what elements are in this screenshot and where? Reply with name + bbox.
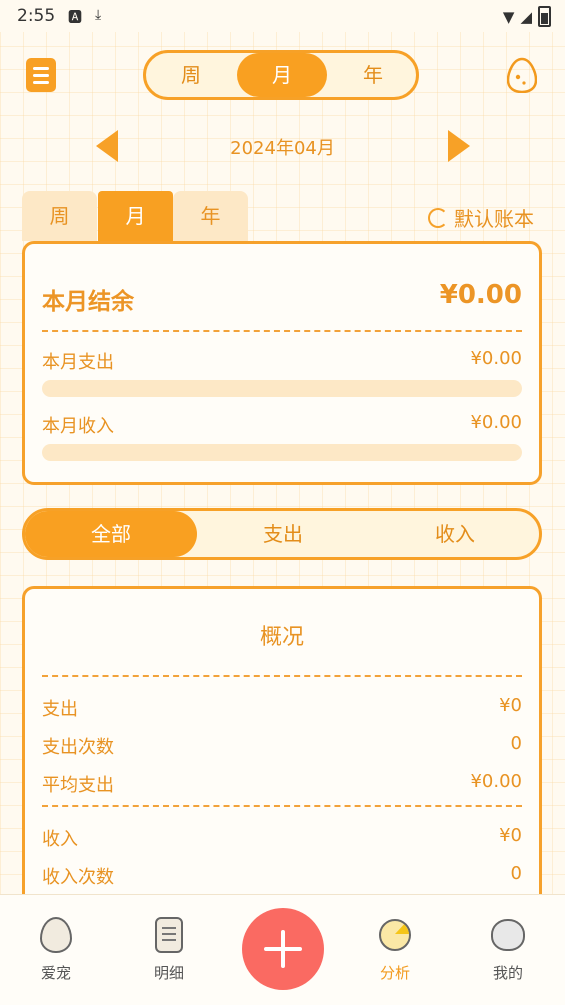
wifi-icon: ▼ <box>502 7 515 26</box>
type-filter: 全部 支出 收入 <box>22 508 542 560</box>
nav-mine-label: 我的 <box>492 964 523 982</box>
pie-chart-icon <box>379 919 411 951</box>
overview-title: 概况 <box>259 625 304 650</box>
cat-face-icon <box>491 919 525 951</box>
expense-value: ¥0.00 <box>470 348 522 369</box>
overview-expense-label: 支出 <box>42 699 78 720</box>
overview-income-label: 收入 <box>42 829 78 850</box>
overview-expense-count-label: 支出次数 <box>42 737 114 758</box>
period-option-year[interactable]: 年 <box>328 53 418 97</box>
add-record-button[interactable] <box>242 908 324 990</box>
overview-avg-expense-value: ¥0.00 <box>470 771 522 792</box>
prev-month-icon[interactable] <box>96 130 118 162</box>
nav-pet-label: 爱宠 <box>40 964 71 982</box>
filter-expense[interactable]: 支出 <box>197 511 369 557</box>
expense-label: 本月支出 <box>42 352 114 373</box>
overview-income-count-value: 0 <box>510 863 522 884</box>
bottom-navigation: 爱宠 明细 分析 我的 <box>0 894 565 1005</box>
period-option-week[interactable]: 周 <box>146 53 236 97</box>
divider <box>42 330 522 332</box>
egg-icon[interactable] <box>507 57 537 93</box>
tab-week[interactable]: 周 <box>22 191 97 241</box>
current-month: 2024年04月 <box>230 138 335 159</box>
notepad-icon <box>155 917 183 953</box>
overview-income-count-label: 收入次数 <box>42 867 114 888</box>
balance-label: 本月结余 <box>42 289 134 315</box>
refresh-icon <box>428 207 448 228</box>
battery-icon <box>538 6 551 27</box>
filter-income[interactable]: 收入 <box>369 511 541 557</box>
status-bar: 2:55 🅰 ⤓ ▼ ◢ <box>0 0 565 32</box>
period-segment: 周 月 年 <box>143 50 419 100</box>
account-book-switch[interactable]: 默认账本 <box>428 203 534 232</box>
notification-a-icon: 🅰 <box>68 10 82 26</box>
overview-income-value: ¥0 <box>499 825 522 846</box>
income-value: ¥0.00 <box>470 412 522 433</box>
tab-year[interactable]: 年 <box>173 191 248 241</box>
nav-details-label: 明细 <box>153 964 184 982</box>
tab-month[interactable]: 月 <box>98 191 173 241</box>
period-option-month[interactable]: 月 <box>237 53 327 97</box>
overview-avg-expense-label: 平均支出 <box>42 775 114 796</box>
income-progress-bar <box>42 444 522 461</box>
balance-card: 本月结余 ¥0.00 本月支出 ¥0.00 本月收入 ¥0.00 <box>22 241 542 485</box>
account-book-label: 默认账本 <box>454 207 534 231</box>
divider <box>42 805 522 807</box>
income-label: 本月收入 <box>42 416 114 437</box>
divider <box>42 675 522 677</box>
filter-all[interactable]: 全部 <box>25 511 197 557</box>
overview-expense-value: ¥0 <box>499 695 522 716</box>
signal-icon: ◢ <box>520 7 532 26</box>
balance-value: ¥0.00 <box>439 280 522 310</box>
egg-icon <box>40 917 72 953</box>
status-icons: ▼ ◢ <box>503 6 551 27</box>
nav-analysis-label: 分析 <box>379 964 410 982</box>
expense-progress-bar <box>42 380 522 397</box>
download-icon: ⤓ <box>95 7 102 23</box>
status-time: 2:55 <box>17 6 56 26</box>
overview-expense-count-value: 0 <box>510 733 522 754</box>
overview-card: 概况 支出 ¥0 支出次数 0 平均支出 ¥0.00 收入 ¥0 收入次数 0 <box>22 586 542 916</box>
next-month-icon[interactable] <box>448 130 470 162</box>
menu-button[interactable] <box>26 58 56 92</box>
